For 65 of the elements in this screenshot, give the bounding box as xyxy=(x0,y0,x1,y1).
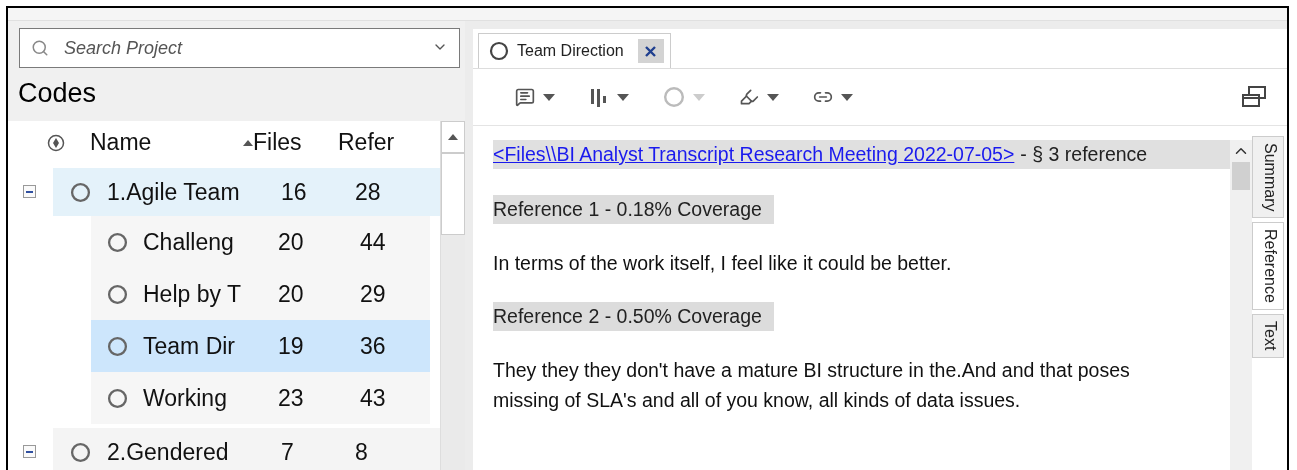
code-icon xyxy=(106,231,128,253)
scrollbar-thumb[interactable] xyxy=(1232,162,1250,190)
references-count: 43 xyxy=(360,384,387,412)
files-count: 20 xyxy=(278,280,305,308)
code-name: Working xyxy=(143,384,228,412)
file-link[interactable]: <Files\\BI Analyst Transcript Research Meeting 2022-07-05> xyxy=(493,143,1015,165)
files-count: 19 xyxy=(278,332,305,360)
reference-text: In terms of the work itself, I feel like it could be better. xyxy=(493,251,953,276)
column-header[interactable]: Name xyxy=(90,129,152,156)
scrollbar[interactable] xyxy=(440,121,465,470)
caret-icon xyxy=(693,93,705,101)
files-count: 7 xyxy=(281,438,295,466)
references-count: 29 xyxy=(360,280,387,308)
code-name: Help by T xyxy=(143,280,242,308)
code-name: Challeng xyxy=(143,228,235,256)
caret-icon xyxy=(841,93,853,101)
code-icon xyxy=(69,181,91,203)
code-name: 1.Agile Team xyxy=(107,178,241,206)
code-row[interactable]: Working 23 43 xyxy=(91,372,430,424)
code-icon xyxy=(106,387,128,409)
code-icon xyxy=(106,283,128,305)
code-row[interactable]: Challeng 20 44 xyxy=(91,216,430,268)
search-icon xyxy=(31,39,49,57)
caret-icon xyxy=(767,93,779,101)
search-field[interactable]: Search Project xyxy=(19,28,460,68)
collapse-toggle[interactable] xyxy=(23,185,36,198)
reference-count: - § 3 reference xyxy=(1020,143,1148,165)
references-count: 36 xyxy=(360,332,387,360)
files-count: 20 xyxy=(278,228,305,256)
column-header[interactable]: Refer xyxy=(338,129,395,156)
collapse-toggle[interactable] xyxy=(23,445,36,458)
panel-title: Codes xyxy=(17,77,98,110)
close-icon xyxy=(645,45,657,57)
restore-window-icon[interactable] xyxy=(1241,86,1267,108)
side-tab[interactable]: Reference xyxy=(1252,222,1284,311)
reference-heading: Reference 1 - 0.18% Coverage xyxy=(493,195,774,224)
files-count: 23 xyxy=(278,384,305,412)
code-icon xyxy=(69,441,91,463)
add-column-icon[interactable] xyxy=(46,133,65,152)
reference-text: They they they don't have a mature BI structure in the.And and that poses missing of SLA's and all of you know, all kinds of data issues. xyxy=(493,358,1131,413)
circle-icon xyxy=(663,86,685,108)
code-row[interactable]: Team Dir 19 36 xyxy=(91,320,430,372)
close-button[interactable] xyxy=(637,39,664,63)
document-tab[interactable]: Team Direction xyxy=(478,33,671,68)
references-count: 44 xyxy=(360,228,387,256)
side-tab[interactable]: Summary xyxy=(1252,136,1284,219)
scrollbar[interactable] xyxy=(1230,140,1252,470)
column-header[interactable]: Files xyxy=(253,129,302,156)
reference-heading: Reference 2 - 0.50% Coverage xyxy=(493,302,774,331)
caret-icon xyxy=(617,93,629,101)
code-name: Team Dir xyxy=(143,332,236,360)
circle-icon xyxy=(489,41,509,61)
scrollbar-thumb[interactable] xyxy=(441,153,465,235)
code-name: 2.Gendered xyxy=(107,438,230,466)
code-icon xyxy=(106,335,128,357)
references-count: 8 xyxy=(355,438,369,466)
code-row[interactable]: Help by T 20 29 xyxy=(91,268,430,320)
caret-icon xyxy=(543,93,555,101)
highlighter-icon xyxy=(739,87,759,107)
references-count: 28 xyxy=(355,178,382,206)
memo-icon xyxy=(515,87,535,107)
scroll-up-icon xyxy=(448,134,458,140)
stripes-icon xyxy=(589,87,609,107)
side-tab[interactable]: Text xyxy=(1252,314,1284,358)
files-count: 16 xyxy=(281,178,308,206)
